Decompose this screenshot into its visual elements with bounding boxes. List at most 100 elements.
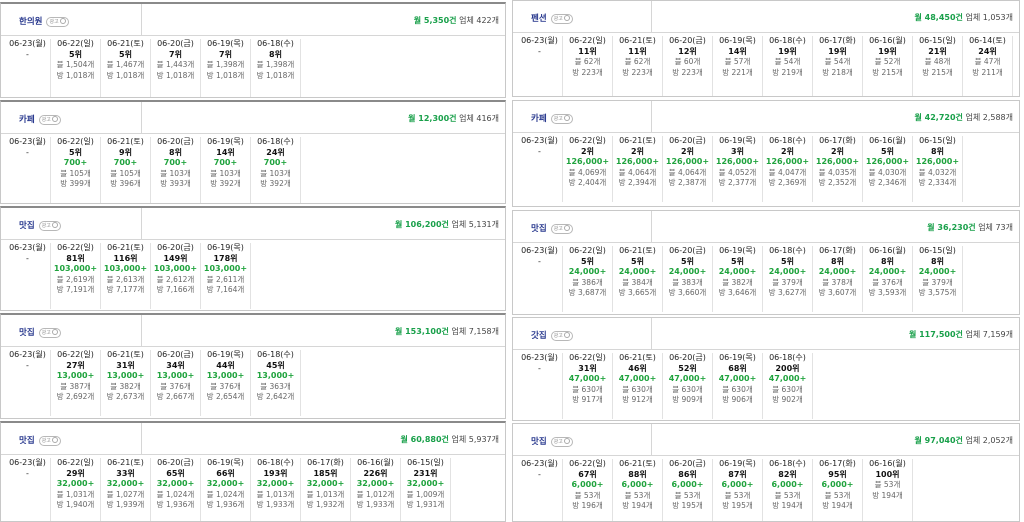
date-label: 06-16(월) [869,136,906,145]
sales-value: 700+ [213,158,238,167]
visitor-review-count: 방 2,404개 [568,178,607,187]
blog-post-count: 블 1,031개 [56,489,95,499]
sales-value: 6,000+ [771,480,804,489]
date-label: 06-16(월) [357,458,394,467]
date-label: 06-14(토) [969,36,1006,45]
rank-value: 178위 [213,253,238,263]
rank-value: 5위 [69,147,82,157]
keyword-name[interactable]: 맛집 광고 [19,219,61,231]
date-label: 06-22(일) [57,243,94,252]
rank-value: 8위 [169,147,182,157]
day-column: 06-22(일) 67위 6,000+ 블 53개 방 196개 [563,459,613,521]
date-label: 06-23(월) [9,350,46,359]
keyword-name[interactable]: 맛집 광고 [19,326,61,338]
business-count: 업체 7,158개 [451,327,499,336]
keyword-stats: 월 106,200건 업체 5,131개 [395,219,499,230]
visitor-review-count: 방 7,164개 [206,285,245,294]
rank-value: 82위 [778,469,797,479]
rank-value: 2위 [831,146,844,156]
header-divider [141,208,142,240]
sales-value: 126,000+ [565,157,610,166]
ad-badge: 광고 [550,14,573,24]
blog-post-count: 블 2,611개 [206,274,245,284]
ad-badge-label: 광고 [41,330,51,336]
sales-value: 32,000+ [156,479,195,488]
visitor-review-count: 방 3,687개 [568,288,607,297]
blog-post-count: 블 386개 [572,277,603,287]
keyword-name[interactable]: 카페 광고 [531,112,573,124]
visitor-review-count: 방 223개 [572,67,603,77]
visitor-review-count: 방 1,932개 [306,500,345,509]
visitor-review-count: 방 219개 [772,67,803,77]
ad-badge-label: 광고 [41,223,51,229]
today-column: 06-23(월) - [5,39,51,97]
header-divider [651,1,652,33]
day-column: 06-17(화) 19위 블 54개 방 218개 [813,36,863,96]
visitor-review-count: 방 2,369개 [768,178,807,187]
rank-value: 24위 [266,147,285,157]
rank-value: 8위 [831,256,844,266]
date-label: 06-22(일) [569,353,606,362]
date-label: 06-21(토) [107,137,144,146]
day-column: 06-16(월) 19위 블 52개 방 215개 [863,36,913,96]
header-divider [141,4,142,36]
keyword-name[interactable]: 한의원 광고 [19,15,69,27]
keyword-name[interactable]: 맛집 광고 [19,434,61,446]
day-column: 06-21(토) 116위 103,000+ 블 2,613개 방 7,177개 [101,243,151,309]
keyword-name[interactable]: 카페 광고 [19,113,61,125]
sales-value: 24,000+ [918,267,957,276]
day-column: 06-20(금) 8위 700+ 블 103개 방 393개 [151,137,201,203]
date-label: 06-21(토) [619,36,656,45]
rank-value: 5위 [731,256,744,266]
date-label: 06-20(금) [157,137,194,146]
rank-value: 226위 [363,468,388,478]
rank-value: 87위 [728,469,747,479]
date-label: 06-21(토) [619,353,656,362]
visitor-review-count: 방 393개 [160,179,191,188]
check-icon [51,437,58,443]
sales-value: 700+ [163,158,188,167]
blog-post-count: 블 60개 [674,57,701,66]
header-divider [651,211,652,243]
date-label: 06-23(월) [521,246,558,255]
date-label: 06-21(토) [107,243,144,252]
today-column: 06-23(월) - [5,458,51,521]
keyword-name[interactable]: 맛집 광고 [531,222,573,234]
visitor-review-count: 방 912개 [622,395,653,404]
blog-post-count: 블 363개 [260,381,291,391]
sales-value: 126,000+ [715,157,760,166]
sales-value: 32,000+ [56,479,95,488]
visitor-review-count: 방 211개 [972,67,1003,77]
blog-post-count: 블 630개 [572,384,603,394]
date-label: 06-23(월) [9,458,46,467]
day-column: 06-19(목) 87위 6,000+ 블 53개 방 195개 [713,459,763,521]
rank-value: 5위 [781,256,794,266]
rank-value: 21위 [928,46,947,56]
blog-post-count: 블 103개 [260,168,291,178]
ad-badge-label: 광고 [41,117,51,123]
ad-badge: 광고 [550,331,573,341]
rank-value: 5위 [681,256,694,266]
date-label: 06-19(목) [719,353,756,362]
today-column: 06-23(월) - [517,353,563,419]
date-label: 06-19(목) [719,246,756,255]
today-column: 06-23(월) - [517,246,563,312]
visitor-review-count: 방 3,593개 [868,288,907,297]
blog-post-count: 블 382개 [722,277,753,287]
date-label: 06-17(화) [819,36,856,45]
keyword-stats: 월 60,880건 업체 5,937개 [401,434,499,445]
visitor-review-count: 방 223개 [672,67,703,77]
panel-header: 맛집 광고 월 60,880건 업체 5,937개 [1,423,505,455]
keyword-name[interactable]: 맛집 광고 [531,435,573,447]
keyword-panel: 맛집 광고 월 106,200건 업체 5,131개 06-23(월) -06-22(일… [0,206,506,311]
keyword-name[interactable]: 갓집 광고 [531,329,573,341]
keyword-name[interactable]: 펜션 광고 [531,12,573,24]
blog-post-count: 블 1,443개 [156,60,195,69]
blog-post-count: 블 376개 [210,381,241,391]
keyword-panel: 맛집 광고 월 153,100건 업체 7,158개 06-23(월) -06-22(일… [0,313,506,419]
date-label: 06-20(금) [669,36,706,45]
sales-value: 47,000+ [568,374,607,383]
blog-post-count: 블 103개 [160,168,191,178]
sales-value: 32,000+ [206,479,245,488]
visitor-review-count: 방 2,346개 [868,178,907,187]
